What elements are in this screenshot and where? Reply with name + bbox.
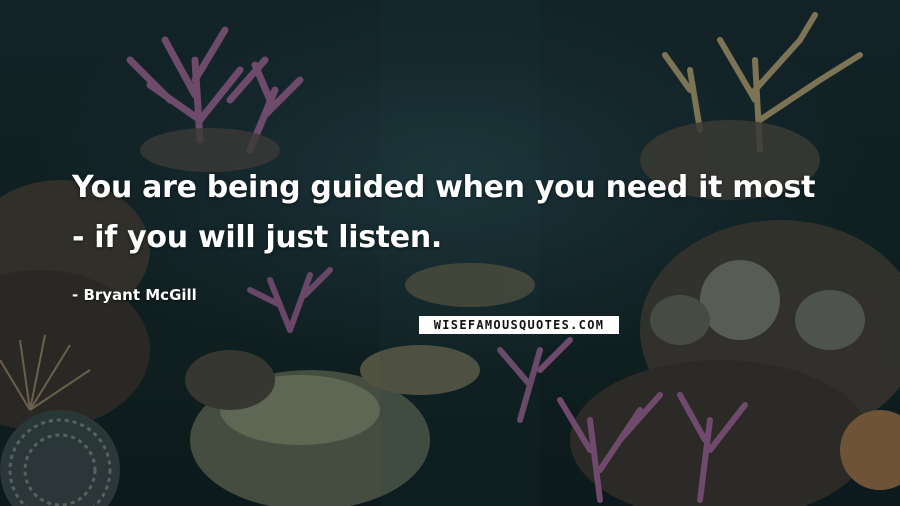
quote-line-1: You are being guided when you need it mo… [72, 170, 816, 205]
quote-line-2: - if you will just listen. [72, 220, 442, 255]
quote-image: You are being guided when you need it mo… [0, 0, 900, 506]
watermark-logo: WISEFAMOUSQUOTES.COM [419, 316, 619, 334]
quote-author: - Bryant McGill [72, 286, 197, 304]
quote-text: You are being guided when you need it mo… [72, 163, 862, 263]
